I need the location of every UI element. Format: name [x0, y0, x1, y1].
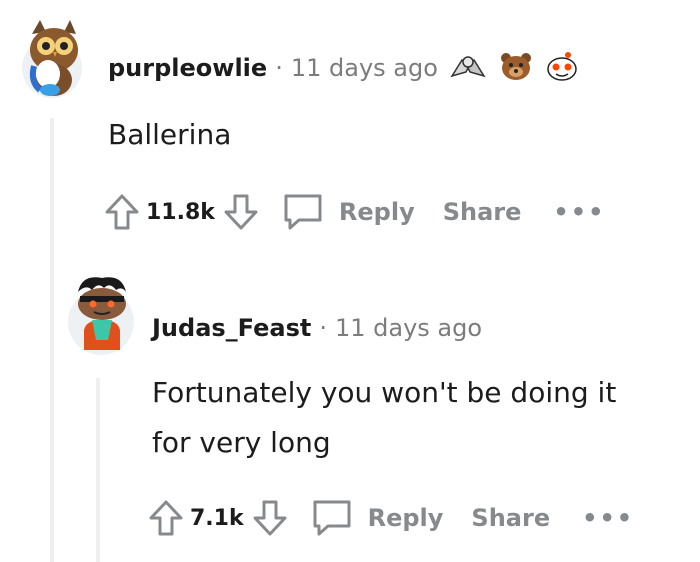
comment-body: Ballerina [108, 118, 232, 151]
reply-label: Reply [367, 504, 444, 532]
upvote-icon[interactable] [104, 193, 140, 231]
reply-button[interactable]: Reply [281, 192, 415, 232]
arm-wrestle-award-icon[interactable] [448, 50, 488, 86]
avatar[interactable] [20, 16, 84, 100]
share-button[interactable]: Share [471, 504, 550, 532]
comment-icon [310, 498, 354, 538]
username[interactable]: Judas_Feast [152, 314, 311, 342]
comment-body-line: Fortunately you won't be doing it [152, 376, 617, 409]
timestamp[interactable]: 11 days ago [335, 314, 482, 342]
timestamp[interactable]: 11 days ago [291, 54, 438, 82]
more-options-button[interactable]: ••• [582, 504, 634, 532]
snoo-award-icon[interactable] [544, 50, 580, 86]
separator-dot: · [319, 314, 327, 342]
comment-body-line: for very long [152, 426, 331, 459]
downvote-icon[interactable] [252, 499, 288, 537]
more-options-button[interactable]: ••• [553, 198, 605, 226]
awards [448, 50, 580, 86]
downvote-icon[interactable] [223, 193, 259, 231]
comment-header: purpleowlie · 11 days ago [108, 48, 580, 88]
comment-icon [281, 192, 325, 232]
username[interactable]: purpleowlie [108, 54, 267, 82]
share-button[interactable]: Share [443, 198, 522, 226]
snoo-avatar-icon [68, 277, 134, 355]
avatar[interactable] [66, 270, 136, 358]
thread-line-reply[interactable] [96, 378, 100, 562]
owl-avatar-icon [22, 20, 82, 98]
comment-actions: 7.1k Reply Share ••• [148, 496, 634, 540]
vote-score: 7.1k [190, 505, 244, 531]
reply-button[interactable]: Reply [310, 498, 444, 538]
separator-dot: · [275, 54, 283, 82]
upvote-icon[interactable] [148, 499, 184, 537]
reply-label: Reply [338, 198, 415, 226]
thread-line-root[interactable] [50, 118, 54, 562]
vote-score: 11.8k [146, 199, 215, 225]
comment-body: Fortunately you won't be doing it for ve… [152, 368, 616, 468]
comment-actions: 11.8k Reply Share ••• [104, 190, 605, 234]
bear-award-icon[interactable] [498, 50, 534, 86]
comment-header: Judas_Feast · 11 days ago [152, 308, 482, 348]
